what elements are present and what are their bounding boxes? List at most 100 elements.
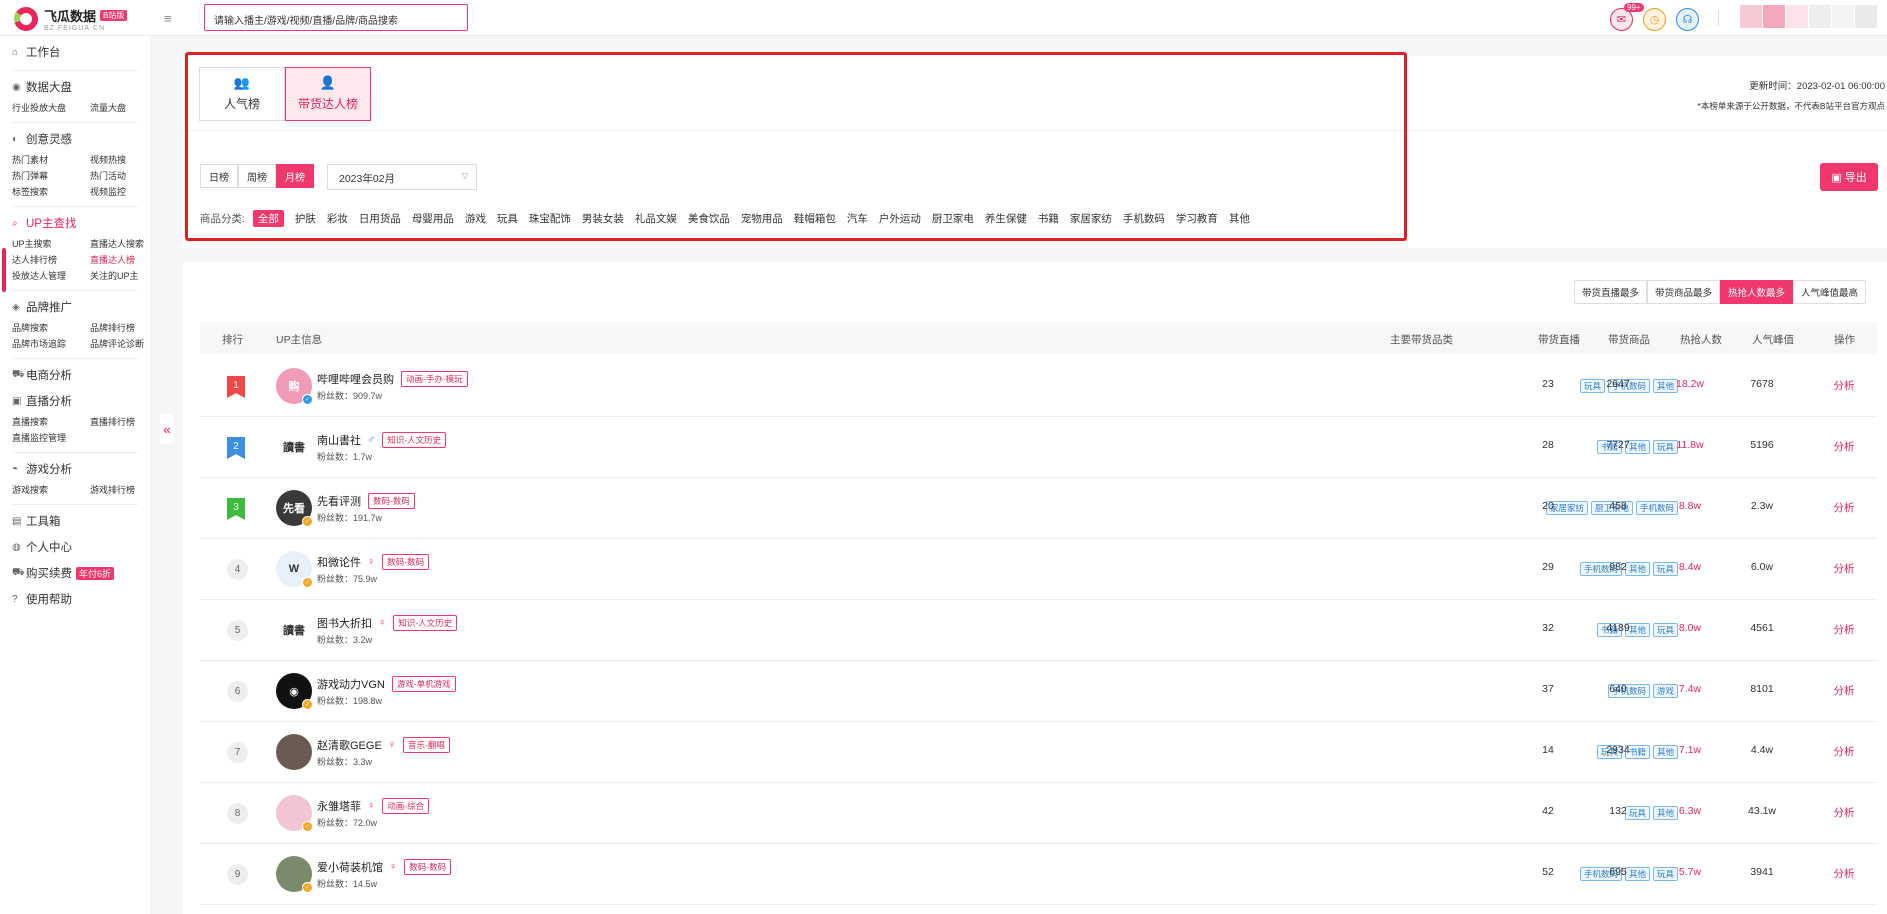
clock-icon[interactable]: ◷ [1643, 8, 1666, 31]
logo[interactable]: 飞瓜数据 B站版 BZ.FEIGUA.CN [14, 6, 128, 32]
sidebar-sub-item[interactable]: 品牌评论诊断 [90, 337, 158, 350]
sidebar-scroll-indicator[interactable] [2, 248, 6, 292]
global-search-input[interactable]: 请输入播主/游戏/视频/直播/品牌/商品搜索 [204, 4, 468, 31]
category-option[interactable]: 户外运动 [879, 211, 921, 226]
category-option[interactable]: 美食饮品 [688, 211, 730, 226]
category-option[interactable]: 汽车 [847, 211, 868, 226]
sidebar-item-search[interactable]: ⌕ UP主查找 [12, 213, 150, 233]
tab-sort-1[interactable]: 带货商品最多 [1647, 280, 1721, 304]
user-avatar-blurred[interactable] [1740, 5, 1877, 28]
up-name[interactable]: 先看评测 [317, 493, 361, 509]
sidebar-sub-item[interactable]: 直播达人榜 [90, 253, 158, 266]
analyze-link[interactable]: 分析 [1814, 866, 1874, 881]
menu-toggle-icon[interactable]: ≡ [164, 11, 172, 26]
sidebar-sub-item[interactable]: 视频热搜 [90, 153, 158, 166]
tab-period-2[interactable]: 月榜 [276, 164, 314, 188]
customer-service-icon[interactable]: ☊ [1676, 8, 1699, 31]
category-option[interactable]: 厨卫家电 [932, 211, 974, 226]
sidebar-sub-item[interactable]: 关注的UP主 [90, 269, 158, 282]
analyze-link[interactable]: 分析 [1814, 378, 1874, 393]
analyze-link[interactable]: 分析 [1814, 439, 1874, 454]
avatar[interactable]: 讀書 [276, 612, 312, 648]
category-option[interactable]: 书籍 [1038, 211, 1059, 226]
sidebar-sub-item[interactable]: 标签搜索 [12, 185, 90, 198]
sidebar-sub-item[interactable]: 品牌排行榜 [90, 321, 158, 334]
sidebar-item-toolbox[interactable]: ▤ 工具箱 [12, 511, 150, 531]
category-option[interactable]: 男装女装 [582, 211, 624, 226]
sidebar-sub-item[interactable]: 游戏排行榜 [90, 483, 158, 496]
sidebar-sub-item[interactable]: 直播达人搜索 [90, 237, 158, 250]
sidebar-sub-item[interactable]: 直播搜索 [12, 415, 90, 428]
up-name[interactable]: 哔哩哔哩会员购 [317, 371, 394, 387]
sidebar-item-dashboard[interactable]: ◉ 数据大盘 [12, 77, 150, 97]
up-name[interactable]: 和微论件 [317, 554, 361, 570]
analyze-link[interactable]: 分析 [1814, 500, 1874, 515]
tab-mode-0[interactable]: 👥 人气榜 [199, 67, 285, 121]
mail-icon[interactable]: ✉ 99+ [1610, 3, 1644, 31]
category-option[interactable]: 护肤 [295, 211, 316, 226]
tab-mode-1[interactable]: 👤 带货达人榜 [285, 67, 371, 121]
sidebar-sub-item[interactable]: UP主搜索 [12, 237, 90, 250]
sidebar-sub-item[interactable]: 热门活动 [90, 169, 158, 182]
sidebar-sub-item[interactable]: 热门素材 [12, 153, 90, 166]
analyze-link[interactable]: 分析 [1814, 805, 1874, 820]
category-option[interactable]: 日用货品 [359, 211, 401, 226]
up-name[interactable]: 图书大折扣 [317, 615, 372, 631]
avatar[interactable]: 讀書 [276, 429, 312, 465]
category-option[interactable]: 学习教育 [1176, 211, 1218, 226]
category-option[interactable]: 珠宝配饰 [529, 211, 571, 226]
up-name[interactable]: 游戏动力VGN [317, 676, 385, 692]
sidebar-sub-item[interactable]: 品牌搜索 [12, 321, 90, 334]
sidebar-sub-item[interactable]: 达人排行榜 [12, 253, 90, 266]
sidebar-sub-item[interactable]: 行业投放大盘 [12, 101, 90, 114]
sidebar-item-brand[interactable]: ◈ 品牌推广 [12, 297, 150, 317]
avatar[interactable]: ✓ [276, 795, 313, 832]
sidebar-item-home[interactable]: ⌂ 工作台 [12, 42, 150, 62]
sidebar-sub-item[interactable]: 热门弹幕 [12, 169, 90, 182]
avatar[interactable]: ✓ [276, 856, 313, 893]
tab-sort-0[interactable]: 带货直播最多 [1574, 280, 1648, 304]
sidebar-item-bulb[interactable]: ◐ 创意灵感 [12, 129, 150, 149]
sidebar-item-cart[interactable]: ⛟ 购买续费 年付6折 [12, 563, 150, 583]
category-option[interactable]: 其他 [1229, 211, 1250, 226]
sidebar-item-help[interactable]: ? 使用帮助 [12, 589, 150, 609]
tab-sort-3[interactable]: 人气峰值最高 [1793, 280, 1867, 304]
category-option[interactable]: 玩具 [497, 211, 518, 226]
export-button[interactable]: ▣ 导出 [1820, 163, 1878, 191]
tab-period-1[interactable]: 周榜 [238, 164, 276, 188]
category-option[interactable]: 养生保健 [985, 211, 1027, 226]
avatar[interactable]: 先看 ✓ [276, 490, 313, 527]
sidebar-item-game[interactable]: ◓ 游戏分析 [12, 459, 150, 479]
analyze-link[interactable]: 分析 [1814, 744, 1874, 759]
sidebar-sub-item[interactable]: 视频监控 [90, 185, 158, 198]
avatar[interactable]: ◉ ✓ [276, 673, 313, 710]
up-name[interactable]: 爱小荷装机馆 [317, 859, 383, 875]
tab-period-0[interactable]: 日榜 [200, 164, 238, 188]
category-option[interactable]: 鞋帽箱包 [794, 211, 836, 226]
sidebar-item-cart[interactable]: ⛟ 电商分析 [12, 365, 150, 385]
sidebar-sub-item[interactable]: 直播监控管理 [12, 431, 90, 444]
category-option[interactable]: 礼品文娱 [635, 211, 677, 226]
sidebar-item-live[interactable]: ▣ 直播分析 [12, 391, 150, 411]
avatar[interactable]: 购 ✓ [276, 368, 313, 405]
sidebar-sub-item[interactable]: 品牌市场追踪 [12, 337, 90, 350]
sidebar-sub-item[interactable]: 投放达人管理 [12, 269, 90, 282]
collapse-sidebar-icon[interactable]: « [160, 414, 174, 444]
sidebar-sub-item[interactable]: 游戏搜索 [12, 483, 90, 496]
up-name[interactable]: 赵清歌GEGE [317, 737, 382, 753]
category-option[interactable]: 母婴用品 [412, 211, 454, 226]
category-option[interactable]: 游戏 [465, 211, 486, 226]
month-select[interactable]: 2023年02月 ▽ [327, 164, 477, 190]
analyze-link[interactable]: 分析 [1814, 622, 1874, 637]
sidebar-item-user[interactable]: ◍ 个人中心 [12, 537, 150, 557]
avatar[interactable]: W ✓ [276, 551, 313, 588]
category-option[interactable]: 手机数码 [1123, 211, 1165, 226]
sidebar-sub-item[interactable]: 直播排行榜 [90, 415, 158, 428]
category-option[interactable]: 全部 [252, 210, 284, 227]
analyze-link[interactable]: 分析 [1814, 561, 1874, 576]
up-name[interactable]: 南山書社 [317, 432, 361, 448]
category-option[interactable]: 彩妆 [327, 211, 348, 226]
category-option[interactable]: 宠物用品 [741, 211, 783, 226]
avatar[interactable] [276, 734, 312, 770]
sidebar-sub-item[interactable]: 流量大盘 [90, 101, 158, 114]
